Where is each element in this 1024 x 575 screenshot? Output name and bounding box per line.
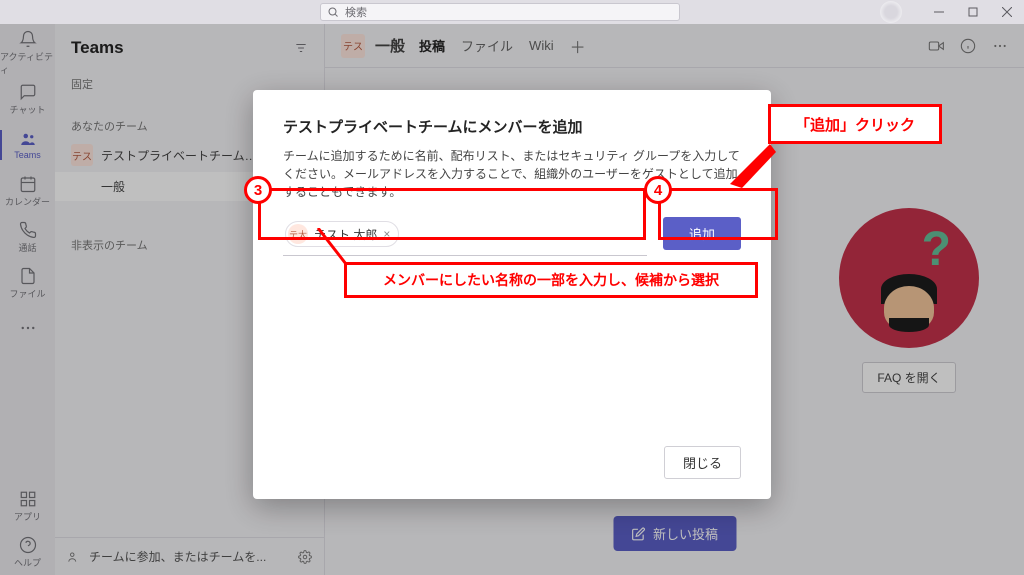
phone-icon [19, 221, 37, 239]
rail-apps[interactable]: アプリ [0, 483, 55, 529]
channel-name: 一般 [375, 35, 405, 56]
help-icon [19, 536, 37, 554]
new-post-button[interactable]: 新しい投稿 [613, 516, 736, 551]
app-rail: アクティビティ チャット Teams カレンダー 通話 ファイル アプリ [0, 24, 55, 575]
annotation-note-add: 「追加」クリック [768, 104, 942, 144]
rail-label: 通話 [18, 241, 36, 254]
rail-label: ヘルプ [14, 556, 41, 569]
video-icon[interactable] [928, 38, 944, 54]
annotation-number-3: 3 [244, 176, 272, 204]
channel-badge: テス [341, 34, 365, 58]
rail-label: アプリ [14, 510, 41, 523]
chat-icon [19, 83, 37, 101]
annotation-note-input: メンバーにしたい名称の一部を入力し、候補から選択 [344, 262, 758, 298]
gear-icon[interactable] [298, 550, 312, 564]
apps-icon [19, 490, 37, 508]
modal-title: テストプライベートチームにメンバーを追加 [283, 116, 741, 137]
close-button[interactable]: 閉じる [664, 446, 741, 479]
rail-files[interactable]: ファイル [0, 260, 55, 306]
team-name: テストプライベートチーム… [101, 147, 257, 164]
rail-help[interactable]: ヘルプ [0, 529, 55, 575]
info-icon[interactable] [960, 38, 976, 54]
search-placeholder: 検索 [345, 4, 367, 20]
rail-teams[interactable]: Teams [0, 122, 55, 168]
more-header-icon[interactable] [992, 38, 1008, 54]
compose-icon [631, 527, 645, 541]
window-close-button[interactable] [990, 0, 1024, 24]
people-icon [67, 550, 81, 564]
faq-open-button[interactable]: FAQ を開く [862, 362, 955, 393]
user-avatar[interactable] [880, 1, 902, 23]
new-post-label: 新しい投稿 [653, 524, 718, 543]
team-badge: テス [71, 144, 93, 166]
modal-description: チームに追加するために名前、配布リスト、またはセキュリティ グループを入力してく… [283, 147, 741, 201]
rail-calls[interactable]: 通話 [0, 214, 55, 260]
rail-label: ファイル [9, 287, 45, 300]
rail-calendar[interactable]: カレンダー [0, 168, 55, 214]
teams-icon [19, 130, 37, 148]
global-search[interactable]: 検索 [320, 3, 680, 21]
calendar-icon [19, 175, 37, 193]
channel-header: テス 一般 投稿 ファイル Wiki ＋ [325, 24, 1024, 68]
rail-chat[interactable]: チャット [0, 76, 55, 122]
rail-label: アクティビティ [0, 50, 55, 76]
search-icon [327, 6, 339, 18]
annotation-number-4: 4 [644, 176, 672, 204]
rail-label: Teams [14, 150, 41, 160]
channels-footer: チームに参加、またはチームを... [55, 537, 324, 575]
rail-label: カレンダー [5, 195, 50, 208]
rail-label: チャット [10, 103, 46, 116]
window-minimize-button[interactable] [922, 0, 956, 24]
window-maximize-button[interactable] [956, 0, 990, 24]
tab-wiki[interactable]: Wiki [529, 38, 554, 53]
bell-icon [19, 30, 37, 48]
rail-activity[interactable]: アクティビティ [0, 30, 55, 76]
filter-icon[interactable] [294, 41, 308, 55]
more-icon [19, 319, 37, 337]
join-create-link[interactable]: チームに参加、またはチームを... [89, 548, 266, 565]
tab-posts[interactable]: 投稿 [419, 36, 445, 55]
add-button[interactable]: 追加 [663, 217, 741, 250]
channels-title: Teams [71, 38, 124, 58]
question-mark-icon: ? [922, 222, 951, 277]
tab-files[interactable]: ファイル [461, 36, 513, 55]
rail-more[interactable] [0, 306, 55, 352]
chip-avatar: テ太 [288, 224, 308, 244]
add-tab-button[interactable]: ＋ [570, 34, 586, 58]
faq-illustration: ? FAQ を開く [824, 208, 994, 393]
chip-remove-icon[interactable]: × [383, 227, 390, 241]
annotation-arrow-add [720, 140, 780, 194]
file-icon [19, 267, 37, 285]
window-titlebar: 検索 [0, 0, 1024, 24]
